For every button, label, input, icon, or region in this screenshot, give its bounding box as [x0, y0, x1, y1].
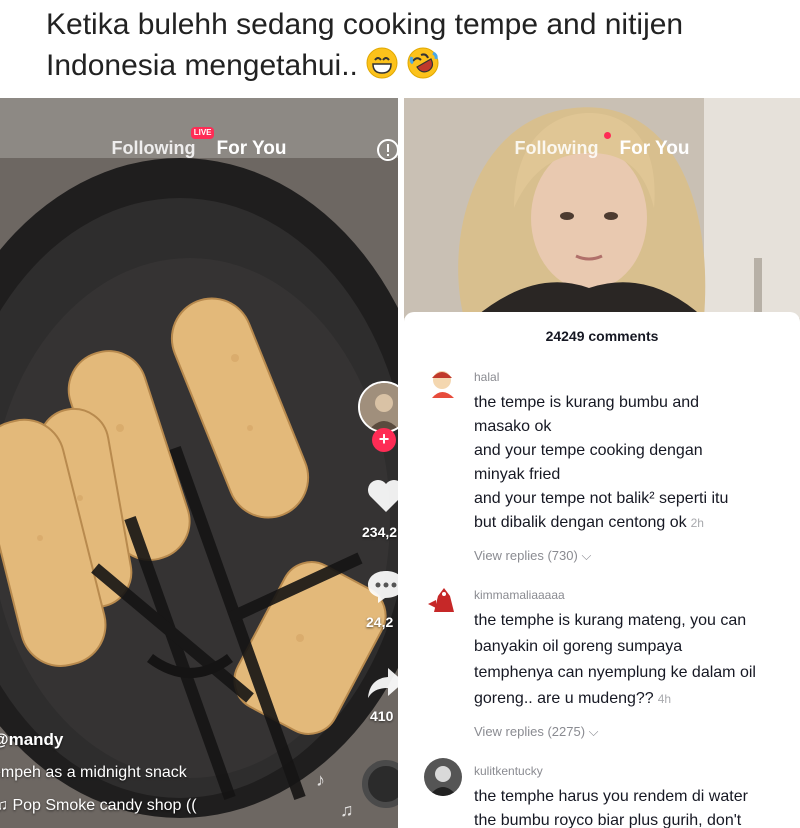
tab-for-you[interactable]: For You: [216, 138, 286, 159]
right-video-screenshot: Following For You 24249 comments halal t…: [404, 98, 800, 828]
comment-text: goreng.. are u mudeng??: [474, 690, 654, 707]
view-replies-label: View replies (730): [474, 548, 578, 563]
like-count: 234,2: [362, 524, 398, 540]
video-username[interactable]: @mandy: [0, 730, 63, 750]
comment-text-line: and your tempe cooking dengan: [474, 442, 703, 459]
grinning-face-icon: [366, 47, 398, 79]
tab-for-you-right[interactable]: For You: [619, 138, 689, 159]
comment-avatar[interactable]: [424, 364, 462, 402]
comment-username[interactable]: kimmamaliaaaaa: [474, 588, 565, 602]
comment-count: 24,2: [366, 614, 394, 630]
video-description: empeh as a midnight snack: [0, 764, 187, 781]
chevron-down-icon: ⌵: [588, 724, 599, 739]
caption-text: Ketika bulehh sedang cooking tempe and n…: [46, 8, 684, 82]
tab-following[interactable]: Following LIVE: [111, 127, 215, 158]
comment-text-line: masako ok: [474, 418, 552, 435]
top-nav: Following LIVE For You: [0, 127, 398, 160]
comment-text-line-last: goreng.. are u mudeng?? 4h: [474, 690, 671, 708]
tab-following-right[interactable]: Following: [514, 132, 612, 158]
left-video-screenshot: Following LIVE For You + 234,2 24,2 410 …: [0, 98, 398, 828]
share-count: 410: [370, 708, 394, 724]
view-replies-label: View replies (2275): [474, 724, 586, 739]
comments-sheet: 24249 comments halal the tempe is kurang…: [404, 312, 800, 828]
comment-time: 4h: [657, 692, 672, 706]
following-label: Following: [111, 138, 196, 158]
comment-text-line: the temphe harus you rendem di water: [474, 788, 748, 805]
music-title: Pop Smoke candy shop ((: [12, 797, 197, 814]
music-note-icon-2: ♫: [340, 800, 354, 820]
comment-avatar-image: [424, 758, 462, 796]
comment-avatar-image: [424, 582, 462, 620]
comment-text-line: the temphe is kurang mateng, you can: [474, 612, 747, 629]
chevron-down-icon: ⌵: [581, 548, 592, 563]
top-nav-right: Following For You: [404, 132, 800, 160]
heart-icon[interactable]: [366, 478, 398, 514]
rolling-laughing-face-icon: [407, 47, 439, 79]
comment-text-line-last: but dibalik dengan centong ok 2h: [474, 514, 704, 532]
comment-username[interactable]: kulitkentucky: [474, 764, 543, 778]
view-replies-link[interactable]: View replies (730) ⌵: [474, 548, 591, 564]
comment-text-line: and your tempe not balik² seperti itu: [474, 490, 729, 507]
comments-count-title: 24249 comments: [545, 328, 659, 344]
comment-time: 2h: [690, 516, 704, 530]
comment-text: but dibalik dengan centong ok: [474, 514, 687, 531]
comment-text-line: the bumbu royco biar plus gurih, don't: [474, 812, 742, 828]
comment-text-line: minyak fried: [474, 466, 561, 483]
comment-avatar[interactable]: [424, 582, 462, 620]
woman-video-image: [404, 98, 800, 318]
music-note-icon: ♪: [316, 770, 325, 790]
info-icon[interactable]: [376, 138, 398, 162]
video-music[interactable]: ♫ Pop Smoke candy shop ((: [0, 797, 197, 815]
live-dot: [604, 132, 612, 139]
following-label-right: Following: [514, 138, 599, 158]
comment-text-line: banyakin oil goreng sumpaya: [474, 638, 683, 655]
comment-text-line: temphenya can nyemplung ke dalam oil: [474, 664, 756, 681]
view-replies-link[interactable]: View replies (2275) ⌵: [474, 724, 599, 740]
comment-icon[interactable]: [366, 568, 398, 604]
meme-caption: Ketika bulehh sedang cooking tempe and n…: [0, 0, 800, 98]
music-icon: ♫: [0, 797, 8, 814]
comment-avatar[interactable]: [424, 758, 462, 796]
comment-text-line: the tempe is kurang bumbu and: [474, 394, 700, 411]
caption-text-block: Ketika bulehh sedang cooking tempe and n…: [46, 4, 786, 86]
comment-username[interactable]: halal: [474, 370, 499, 384]
creator-avatar-image: [360, 383, 398, 431]
live-badge: LIVE: [190, 127, 215, 139]
comment-avatar-image: [424, 364, 462, 402]
follow-plus-icon[interactable]: +: [372, 428, 396, 452]
tempe-frying-pan-image: [0, 98, 398, 828]
share-arrow-icon[interactable]: [366, 666, 398, 700]
